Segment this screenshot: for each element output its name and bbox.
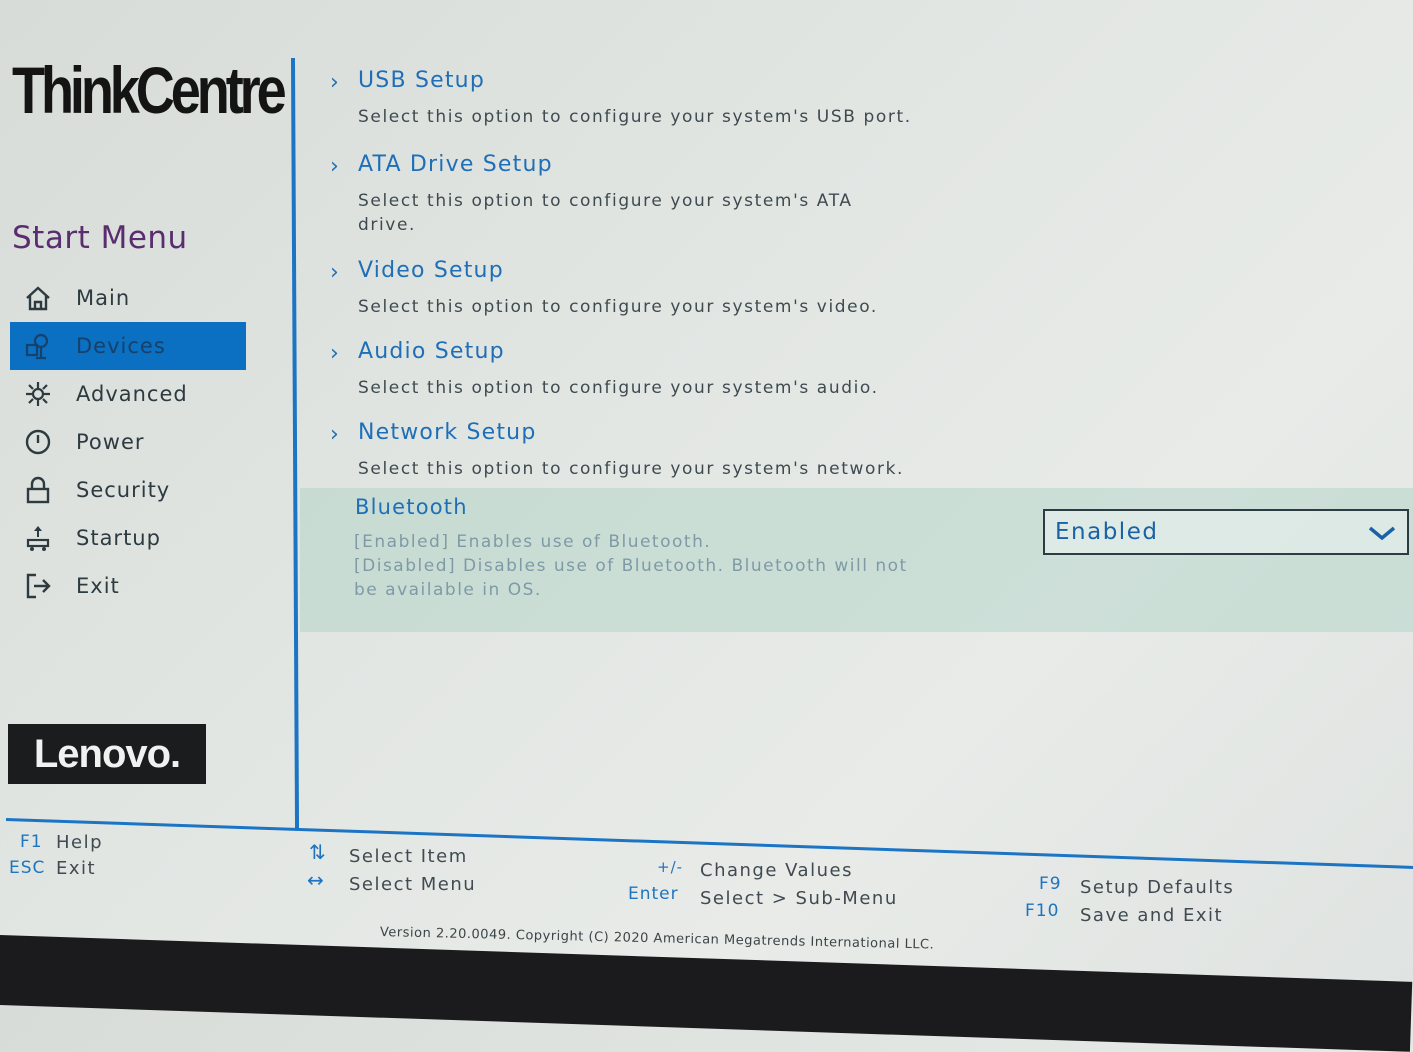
chevron-right-icon: › (330, 70, 339, 95)
sidebar-item-power[interactable]: Power (10, 418, 246, 466)
startup-icon (20, 523, 56, 553)
entry-title[interactable]: Video Setup (358, 258, 918, 283)
chevron-right-icon: › (330, 260, 339, 285)
sidebar-heading: Start Menu (12, 220, 188, 256)
bluetooth-title: Bluetooth (355, 495, 468, 519)
f10-key: F10 (1025, 901, 1060, 921)
enter-submenu-label: Select > Sub-Menu (700, 888, 898, 909)
lock-icon (20, 475, 56, 505)
sidebar-item-devices[interactable]: Devices (10, 322, 246, 370)
chevron-down-icon (1368, 526, 1396, 541)
bluetooth-select[interactable]: Enabled (1043, 509, 1409, 555)
setup-defaults-label: Setup Defaults (1080, 877, 1235, 898)
esc-key: ESC (9, 858, 46, 878)
sidebar-item-label: Exit (76, 574, 120, 598)
audio-setup-entry[interactable]: › Audio Setup Select this option to conf… (330, 339, 918, 400)
sidebar-item-label: Advanced (76, 382, 188, 406)
sidebar-item-security[interactable]: Security (10, 466, 246, 514)
ata-drive-setup-entry[interactable]: › ATA Drive Setup Select this option to … (330, 152, 898, 237)
version-copyright: Version 2.20.0049. Copyright (C) 2020 Am… (379, 925, 935, 953)
exit-icon (20, 571, 56, 601)
usb-setup-entry[interactable]: › USB Setup Select this option to config… (330, 68, 918, 129)
lenovo-logo: Lenovo. (8, 724, 206, 784)
sidebar-item-exit[interactable]: Exit (10, 562, 246, 610)
advanced-icon (20, 379, 56, 409)
change-values-label: Change Values (700, 860, 853, 881)
sidebar-item-label: Main (76, 286, 131, 310)
entry-description: Select this option to configure your sys… (358, 459, 905, 479)
entry-title[interactable]: USB Setup (358, 68, 918, 93)
select-menu-label: Select Menu (349, 874, 477, 895)
video-setup-entry[interactable]: › Video Setup Select this option to conf… (330, 258, 918, 319)
bluetooth-select-value: Enabled (1055, 519, 1159, 545)
sidebar-item-startup[interactable]: Startup (10, 514, 246, 562)
plusminus-key: +/- (657, 858, 684, 876)
f9-key: F9 (1039, 874, 1062, 894)
devices-icon (20, 331, 56, 361)
chevron-right-icon: › (330, 154, 339, 179)
sidebar-item-main[interactable]: Main (10, 274, 246, 322)
sidebar-item-label: Devices (76, 334, 166, 358)
sidebar-item-advanced[interactable]: Advanced (10, 370, 246, 418)
monitor-bezel (0, 935, 1413, 1052)
f1-help-label: Help (56, 832, 104, 853)
chevron-right-icon: › (330, 341, 339, 366)
select-item-label: Select Item (349, 846, 468, 867)
bluetooth-help: [Enabled] Enables use of Bluetooth. [Dis… (354, 530, 914, 602)
thinkcentre-logo: ThinkCentre (12, 53, 287, 127)
esc-exit-label: Exit (56, 858, 97, 879)
entry-description: Select this option to configure your sys… (358, 191, 853, 235)
entry-title[interactable]: Network Setup (358, 420, 918, 445)
vertical-divider (290, 58, 300, 828)
leftright-arrows-icon: ↔ (307, 868, 325, 892)
save-and-exit-label: Save and Exit (1080, 905, 1224, 926)
entry-description: Select this option to configure your sys… (358, 107, 912, 127)
bluetooth-help-enabled: [Enabled] Enables use of Bluetooth. (354, 532, 712, 552)
bluetooth-help-disabled: [Disabled] Disables use of Bluetooth. Bl… (354, 556, 908, 600)
entry-title[interactable]: Audio Setup (358, 339, 918, 364)
sidebar-item-label: Security (76, 478, 171, 502)
sidebar-item-label: Power (76, 430, 145, 454)
home-icon (20, 283, 56, 313)
power-icon (20, 427, 56, 457)
f1-key: F1 (20, 832, 43, 852)
sidebar-item-label: Startup (76, 526, 161, 550)
entry-title[interactable]: ATA Drive Setup (358, 152, 898, 177)
updown-arrows-icon: ⇅ (309, 840, 327, 864)
network-setup-entry[interactable]: › Network Setup Select this option to co… (330, 420, 918, 481)
sidebar-nav: Main Devices Advanced Power Security Sta… (10, 274, 246, 610)
chevron-right-icon: › (330, 422, 339, 447)
entry-description: Select this option to configure your sys… (358, 378, 879, 398)
enter-key: Enter (628, 884, 679, 904)
entry-description: Select this option to configure your sys… (358, 297, 878, 317)
